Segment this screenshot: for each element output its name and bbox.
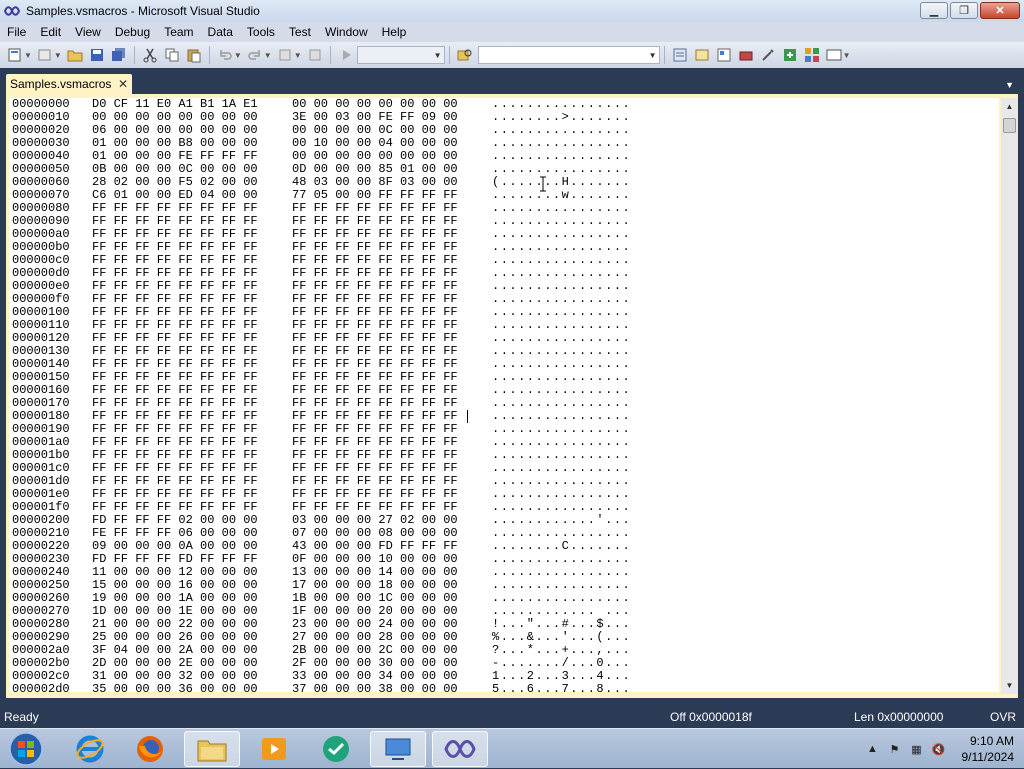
copy-icon[interactable]	[163, 46, 181, 64]
toolbar-separator	[663, 46, 665, 64]
undo-dropdown-icon[interactable]: ▼	[234, 51, 242, 60]
command-window-icon[interactable]	[825, 46, 843, 64]
hex-editor-view[interactable]: 00000000 D0 CF 11 E0 A1 B1 1A E1 00 00 00 …	[9, 98, 999, 692]
navigate-backward-icon[interactable]	[276, 46, 294, 64]
solution-explorer-icon[interactable]	[671, 46, 689, 64]
chat-app-icon[interactable]	[308, 731, 364, 767]
add-item-icon[interactable]	[36, 46, 54, 64]
media-player-icon[interactable]	[246, 731, 302, 767]
menu-view[interactable]: View	[68, 22, 108, 42]
toolbar-separator	[329, 46, 331, 64]
active-files-dropdown-icon[interactable]: ▼	[1005, 80, 1014, 90]
redo-dropdown-icon[interactable]: ▼	[264, 51, 272, 60]
volume-muted-icon[interactable]: 🔇	[931, 741, 947, 757]
save-icon[interactable]	[88, 46, 106, 64]
cut-icon[interactable]	[141, 46, 159, 64]
hex-bytes1[interactable]: 35 00 00 00 36 00 00 00	[92, 683, 258, 693]
system-tray: ▲ ⚑ ▦ 🔇 9:10 AM 9/11/2024	[862, 729, 1015, 769]
navigate-forward-icon[interactable]	[306, 46, 324, 64]
toolbar-separator	[448, 46, 450, 64]
close-tab-icon[interactable]: ✕	[118, 77, 128, 91]
status-overwrite-mode: OVR	[990, 710, 1017, 724]
toolbar-overflow-icon[interactable]: ▼	[843, 51, 851, 60]
binary-editor-frame: 00000000 D0 CF 11 E0 A1 B1 1A E1 00 00 00 …	[6, 94, 1018, 698]
vertical-scrollbar[interactable]: ▲ ▼	[1001, 98, 1018, 694]
find-combo[interactable]: ▼	[477, 46, 660, 64]
solution-configuration-combo[interactable]: ▼	[356, 46, 445, 64]
undo-icon[interactable]	[216, 46, 234, 64]
file-explorer-icon[interactable]	[184, 731, 240, 767]
menu-debug[interactable]: Debug	[108, 22, 157, 42]
close-window-button[interactable]: ✕	[980, 2, 1020, 19]
menu-test[interactable]: Test	[282, 22, 318, 42]
open-folder-icon[interactable]	[66, 46, 84, 64]
window-title: Samples.vsmacros - Microsoft Visual Stud…	[26, 4, 260, 18]
ibeam-cursor-icon	[539, 176, 547, 192]
object-browser-icon[interactable]	[715, 46, 733, 64]
extension-manager-icon[interactable]	[781, 46, 799, 64]
show-hidden-icons-icon[interactable]: ▲	[865, 741, 881, 757]
menu-file[interactable]: File	[0, 22, 33, 42]
standard-toolbar: ▼ ▼ ▼ ▼ ▼ ▼ ▼ ▼	[0, 42, 1024, 68]
chevron-down-icon: ▼	[433, 50, 442, 60]
team-explorer-icon[interactable]	[803, 46, 821, 64]
visual-studio-logo-icon	[4, 3, 20, 19]
network-icon[interactable]: ▦	[909, 741, 925, 757]
clock[interactable]: 9:10 AM 9/11/2024	[962, 733, 1015, 765]
toolbox-icon[interactable]	[737, 46, 755, 64]
firefox-icon[interactable]	[122, 731, 178, 767]
find-in-files-icon[interactable]	[456, 46, 474, 64]
tab-label: Samples.vsmacros	[10, 77, 112, 91]
status-ready: Ready	[4, 710, 39, 724]
status-bar: Ready Off 0x0000018f Len 0x00000000 OVR	[0, 706, 1024, 728]
chevron-down-icon: ▼	[648, 50, 657, 60]
hex-offset: 000002d0	[12, 682, 70, 693]
toolbar-separator	[208, 46, 210, 64]
new-project-dropdown-icon[interactable]: ▼	[24, 51, 32, 60]
status-offset: Off 0x0000018f	[670, 710, 752, 724]
menu-help[interactable]: Help	[375, 22, 414, 42]
add-item-dropdown-icon[interactable]: ▼	[54, 51, 62, 60]
hex-ascii[interactable]: 5...6...7...8...	[492, 683, 631, 693]
tab-samples-vsmacros[interactable]: Samples.vsmacros ✕	[6, 74, 132, 94]
windows-taskbar: ▲ ⚑ ▦ 🔇 9:10 AM 9/11/2024	[0, 728, 1024, 768]
menu-window[interactable]: Window	[318, 22, 375, 42]
menu-tools[interactable]: Tools	[240, 22, 282, 42]
menu-edit[interactable]: Edit	[33, 22, 68, 42]
navigate-backward-dropdown-icon[interactable]: ▼	[294, 51, 302, 60]
properties-icon[interactable]	[693, 46, 711, 64]
new-project-icon[interactable]	[6, 46, 24, 64]
restore-button[interactable]: ❐	[950, 2, 978, 19]
minimize-button[interactable]: ▁	[920, 2, 948, 19]
tools-icon[interactable]	[759, 46, 777, 64]
menu-team[interactable]: Team	[157, 22, 200, 42]
internet-explorer-icon[interactable]	[62, 731, 118, 767]
scroll-down-icon[interactable]: ▼	[1001, 677, 1018, 694]
toolbar-separator	[133, 46, 135, 64]
start-debugging-icon[interactable]	[337, 46, 355, 64]
action-center-flag-icon[interactable]: ⚑	[887, 741, 903, 757]
text-caret	[467, 410, 468, 423]
remote-desktop-icon[interactable]	[370, 731, 426, 767]
redo-icon[interactable]	[246, 46, 264, 64]
visual-studio-icon[interactable]	[432, 731, 488, 767]
scrollbar-thumb[interactable]	[1003, 118, 1016, 133]
paste-icon[interactable]	[185, 46, 203, 64]
start-orb-icon[interactable]	[2, 731, 50, 767]
menu-bar: File Edit View Debug Team Data Tools Tes…	[0, 22, 1024, 42]
scroll-up-icon[interactable]: ▲	[1001, 98, 1018, 115]
clock-date: 9/11/2024	[961, 750, 1015, 764]
status-length: Len 0x00000000	[854, 710, 944, 724]
title-bar: Samples.vsmacros - Microsoft Visual Stud…	[0, 0, 1024, 22]
save-all-icon[interactable]	[110, 46, 128, 64]
menu-data[interactable]: Data	[201, 22, 240, 42]
clock-time: 9:10 AM	[969, 734, 1014, 748]
document-tab-strip: Samples.vsmacros ✕ ▼	[0, 68, 1024, 94]
hex-bytes2[interactable]: 37 00 00 00 38 00 00 00	[292, 683, 458, 693]
